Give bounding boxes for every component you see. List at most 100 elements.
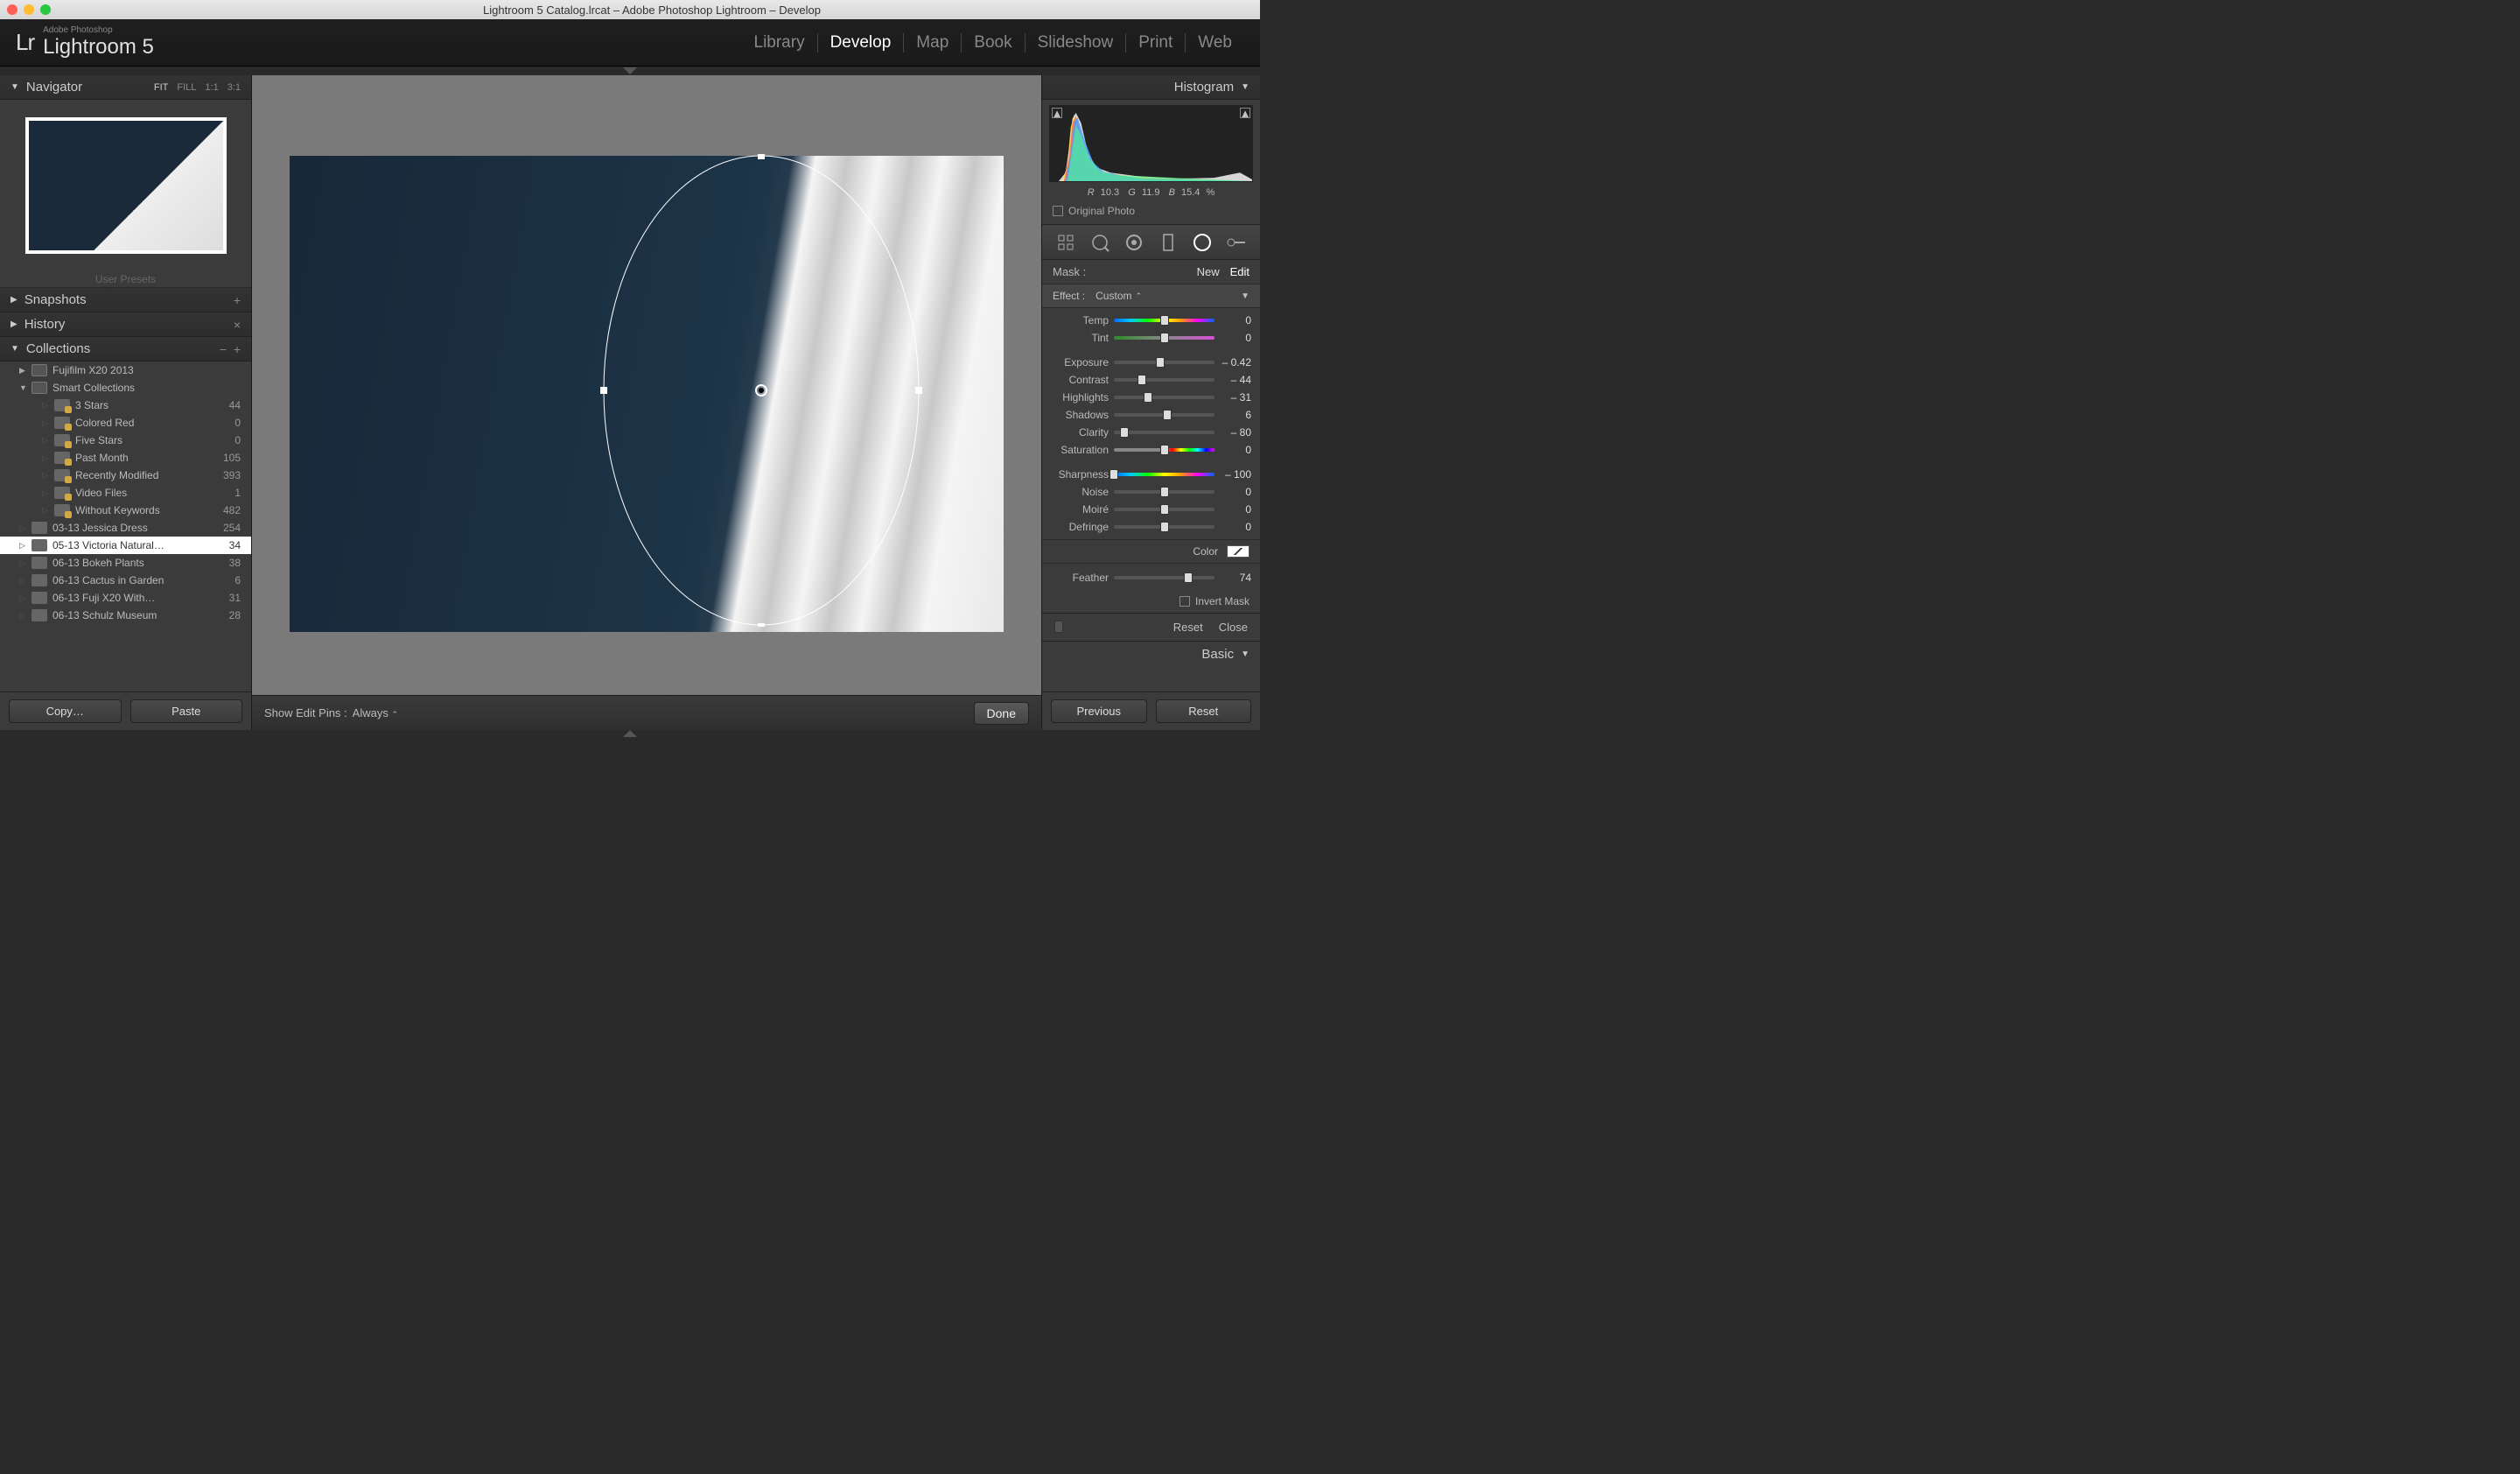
slider-tint[interactable]: Tint0 <box>1042 329 1260 347</box>
highlight-clip-icon[interactable]: ▲ <box>1240 108 1250 118</box>
navigator-preview[interactable] <box>0 100 251 271</box>
effect-row[interactable]: Effect : Custom ⌃ ▼ <box>1042 284 1260 308</box>
original-photo-row[interactable]: Original Photo <box>1042 201 1260 225</box>
collection-item[interactable]: ▷06-13 Cactus in Garden6 <box>0 572 251 589</box>
minimize-icon[interactable] <box>24 4 34 15</box>
zoom-fill[interactable]: FILL <box>177 82 196 93</box>
image-viewport[interactable] <box>252 75 1041 695</box>
color-row[interactable]: Color <box>1042 539 1260 563</box>
zoom-3:1[interactable]: 3:1 <box>228 82 241 93</box>
collection-item[interactable]: ▷Recently Modified393 <box>0 467 251 484</box>
radial-filter-tool[interactable] <box>1191 231 1214 254</box>
collection-item[interactable]: ▼Smart Collections <box>0 379 251 397</box>
mask-edit-button[interactable]: Edit <box>1230 265 1250 278</box>
invert-mask-row[interactable]: Invert Mask <box>1042 590 1260 613</box>
collection-item[interactable]: ▷Without Keywords482 <box>0 502 251 519</box>
mask-label: Mask : <box>1053 265 1186 278</box>
basic-panel-header[interactable]: Basic ▼ <box>1042 642 1260 667</box>
slider-contrast[interactable]: Contrast– 44 <box>1042 371 1260 389</box>
module-web[interactable]: Web <box>1185 33 1244 53</box>
slider-clarity[interactable]: Clarity– 80 <box>1042 424 1260 441</box>
checkbox-icon[interactable] <box>1053 206 1063 216</box>
collection-item[interactable]: ▷06-13 Bokeh Plants38 <box>0 554 251 572</box>
checkbox-icon[interactable] <box>1180 596 1190 607</box>
panel-collapse-bottom[interactable] <box>0 730 1260 737</box>
navigator-title: Navigator <box>26 80 154 95</box>
radial-filter-overlay[interactable] <box>599 154 923 627</box>
module-book[interactable]: Book <box>961 33 1024 53</box>
histogram[interactable]: ▲ ▲ <box>1049 105 1253 182</box>
copy-button[interactable]: Copy… <box>9 699 122 723</box>
snapshots-header[interactable]: ▶ Snapshots + <box>0 288 251 312</box>
collection-item[interactable]: ▷Past Month105 <box>0 449 251 467</box>
slider-feather[interactable]: Feather74 <box>1042 569 1260 586</box>
app-window: Lightroom 5 Catalog.lrcat – Adobe Photos… <box>0 0 1260 737</box>
logo-mark: Lr <box>16 29 34 56</box>
titlebar: Lightroom 5 Catalog.lrcat – Adobe Photos… <box>0 0 1260 19</box>
edit-pins-dropdown[interactable]: Always ⌃ <box>353 706 398 719</box>
left-panel: ▼ Navigator FIT FILL 1:1 3:1 User Presets ▶… <box>0 75 252 730</box>
chevron-down-icon: ▼ <box>10 82 19 92</box>
module-slideshow[interactable]: Slideshow <box>1025 33 1126 53</box>
slider-saturation[interactable]: Saturation0 <box>1042 441 1260 459</box>
adjustment-sliders: Temp0Tint0 Exposure– 0.42Contrast– 44High… <box>1042 308 1260 539</box>
slider-exposure[interactable]: Exposure– 0.42 <box>1042 354 1260 371</box>
done-button[interactable]: Done <box>974 702 1029 725</box>
edit-pins-label: Show Edit Pins : <box>264 706 347 719</box>
logo: Lr Adobe Photoshop Lightroom 5 <box>16 26 154 60</box>
slider-sharpness[interactable]: Sharpness– 100 <box>1042 466 1260 483</box>
plus-icon[interactable]: + <box>234 293 241 307</box>
collections-header[interactable]: ▼ Collections − + <box>0 337 251 361</box>
crop-tool[interactable] <box>1054 231 1077 254</box>
collection-item[interactable]: ▷06-13 Schulz Museum28 <box>0 607 251 624</box>
slider-defringe[interactable]: Defringe0 <box>1042 518 1260 536</box>
slider-noise[interactable]: Noise0 <box>1042 483 1260 501</box>
history-title: History <box>24 317 234 332</box>
collection-item[interactable]: ▷Video Files1 <box>0 484 251 502</box>
history-header[interactable]: ▶ History × <box>0 312 251 337</box>
reset-button[interactable]: Reset <box>1156 699 1252 723</box>
previous-button[interactable]: Previous <box>1051 699 1147 723</box>
panel-close-button[interactable]: Close <box>1219 621 1248 634</box>
zoom-1:1[interactable]: 1:1 <box>205 82 218 93</box>
collection-item[interactable]: ▷05-13 Victoria Natural…34 <box>0 537 251 554</box>
shadow-clip-icon[interactable]: ▲ <box>1052 108 1062 118</box>
collections-list[interactable]: ▶Fujifilm X20 2013▼Smart Collections▷3 S… <box>0 361 251 691</box>
collection-item[interactable]: ▷03-13 Jessica Dress254 <box>0 519 251 537</box>
navigator-header[interactable]: ▼ Navigator FIT FILL 1:1 3:1 <box>0 75 251 100</box>
close-icon[interactable]: × <box>234 318 241 332</box>
slider-moire[interactable]: Moiré0 <box>1042 501 1260 518</box>
zoom-icon[interactable] <box>40 4 51 15</box>
navigator-zoom-levels[interactable]: FIT FILL 1:1 3:1 <box>154 82 241 93</box>
user-presets-partial[interactable]: User Presets <box>0 271 251 288</box>
graduated-filter-tool[interactable] <box>1157 231 1180 254</box>
collection-item[interactable]: ▶Fujifilm X20 2013 <box>0 361 251 379</box>
color-swatch[interactable] <box>1227 545 1250 558</box>
collection-item[interactable]: ▷Five Stars0 <box>0 432 251 449</box>
collection-item[interactable]: ▷Colored Red0 <box>0 414 251 432</box>
panel-collapse-top[interactable] <box>0 67 1260 75</box>
module-map[interactable]: Map <box>903 33 961 53</box>
module-library[interactable]: Library <box>742 33 817 53</box>
panel-reset-button[interactable]: Reset <box>1173 621 1203 634</box>
collection-item[interactable]: ▷06-13 Fuji X20 With…31 <box>0 589 251 607</box>
slider-temp[interactable]: Temp0 <box>1042 312 1260 329</box>
zoom-fit[interactable]: FIT <box>154 82 169 93</box>
chevron-down-icon[interactable]: ▼ <box>1241 291 1250 301</box>
original-photo-label: Original Photo <box>1068 205 1135 217</box>
slider-highlights[interactable]: Highlights– 31 <box>1042 389 1260 406</box>
paste-button[interactable]: Paste <box>130 699 243 723</box>
collection-item[interactable]: ▷3 Stars44 <box>0 397 251 414</box>
close-icon[interactable] <box>7 4 18 15</box>
redeye-tool[interactable] <box>1123 231 1145 254</box>
module-print[interactable]: Print <box>1125 33 1185 53</box>
effect-value[interactable]: Custom <box>1096 290 1131 302</box>
mask-new-button[interactable]: New <box>1197 265 1220 278</box>
adjustment-brush-tool[interactable] <box>1225 231 1248 254</box>
histogram-header[interactable]: Histogram ▼ <box>1042 75 1260 100</box>
slider-shadows[interactable]: Shadows6 <box>1042 406 1260 424</box>
minus-plus-icon[interactable]: − + <box>220 342 241 356</box>
module-develop[interactable]: Develop <box>817 33 904 53</box>
spot-removal-tool[interactable] <box>1088 231 1111 254</box>
panel-switch-icon[interactable] <box>1054 621 1063 633</box>
